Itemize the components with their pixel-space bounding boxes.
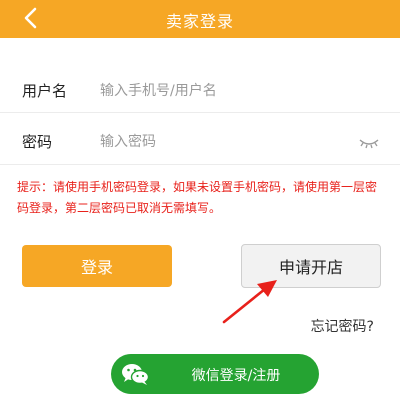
login-hint-text: 提示：请使用手机密码登录，如果未设置手机密码，请使用第一层密码登录，第二层密码已…: [17, 180, 378, 215]
password-visibility-toggle[interactable]: [358, 134, 380, 149]
password-input[interactable]: [100, 131, 330, 153]
open-shop-button[interactable]: 申请开店: [241, 244, 381, 288]
wechat-icon: [122, 364, 150, 385]
username-input[interactable]: [100, 80, 340, 102]
top-header: 卖家登录: [0, 0, 400, 38]
page-title: 卖家登录: [165, 12, 234, 31]
username-label: 用户名: [22, 82, 68, 100]
password-divider: [0, 164, 400, 165]
username-divider: [0, 112, 400, 113]
eye-closed-icon: [359, 139, 379, 149]
login-button[interactable]: 登录: [22, 245, 172, 287]
forgot-password-link[interactable]: 忘记密码?: [311, 316, 374, 336]
wechat-login-button[interactable]: 微信登录/注册: [111, 354, 319, 394]
password-label: 密码: [22, 133, 53, 151]
wechat-login-label: 微信登录/注册: [191, 368, 281, 384]
